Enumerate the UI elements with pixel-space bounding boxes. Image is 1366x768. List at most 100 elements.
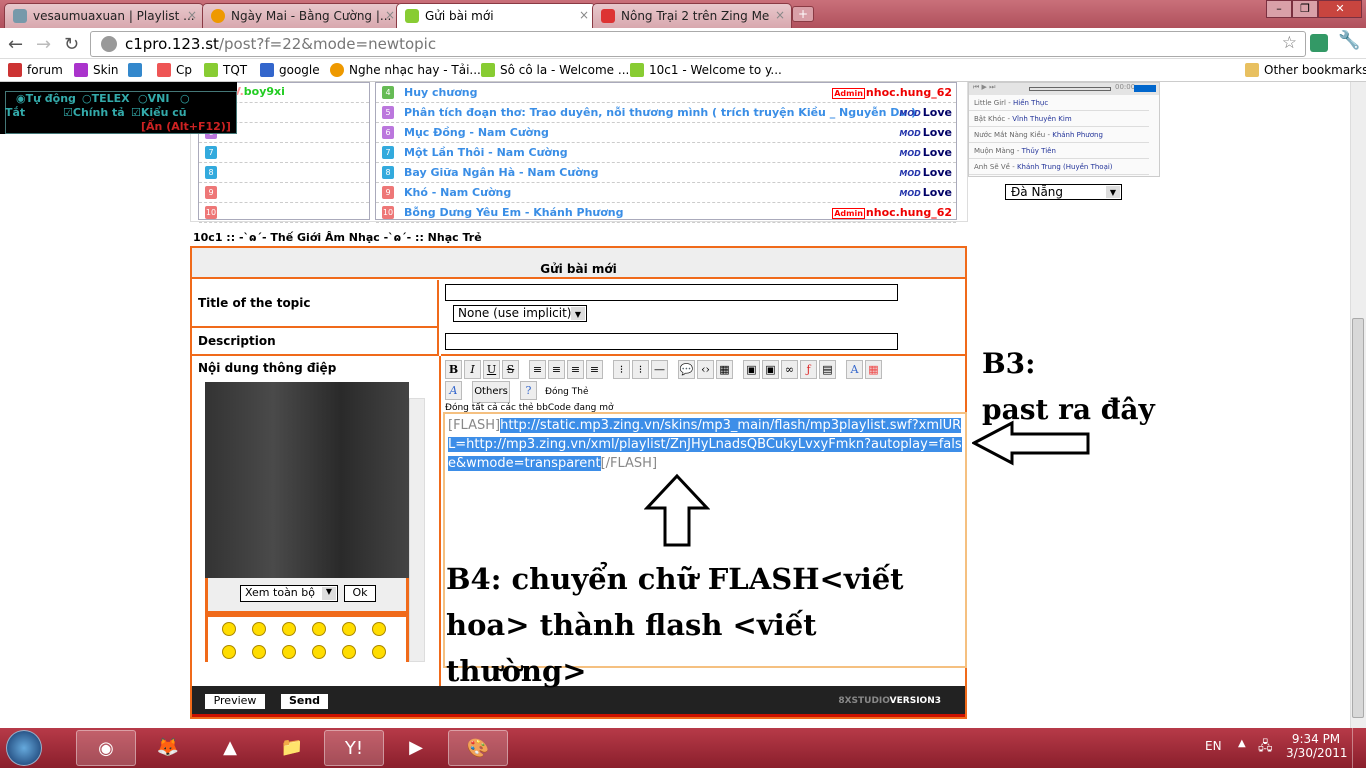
- close-icon[interactable]: ×: [579, 8, 589, 22]
- view-all-select[interactable]: Xem toàn bộ ▼: [240, 585, 338, 602]
- smiley-icon[interactable]: [342, 645, 356, 659]
- other-bookmarks[interactable]: Other bookmarks: [1245, 63, 1366, 77]
- smiley-icon[interactable]: [372, 622, 386, 636]
- smiley-icon[interactable]: [282, 622, 296, 636]
- italic-button[interactable]: I: [464, 360, 481, 379]
- justify-icon[interactable]: ≡: [586, 360, 603, 379]
- close-tag-button[interactable]: Đóng Thẻ: [545, 387, 589, 397]
- taskbar-kmplayer[interactable]: ▶: [386, 730, 446, 766]
- tab-2[interactable]: Ngày Mai - Bằng Cường |... ×: [202, 3, 402, 28]
- underline-button[interactable]: U: [483, 360, 500, 379]
- spellcheck-checkbox[interactable]: ☑Chính tả: [63, 106, 125, 119]
- smiley-scrollbar[interactable]: [409, 398, 425, 662]
- reload-button[interactable]: ↻: [64, 34, 79, 55]
- extension-icon[interactable]: [1310, 34, 1328, 52]
- video-icon[interactable]: ▤: [819, 360, 836, 379]
- font-style-icon[interactable]: A: [445, 381, 462, 400]
- poster[interactable]: MOD Love: [899, 186, 952, 199]
- poster[interactable]: Admin nhoc.hung_62: [832, 86, 952, 99]
- new-tab-button[interactable]: +: [792, 6, 814, 22]
- taskbar-firefox[interactable]: 🦊: [138, 730, 198, 766]
- poster[interactable]: MOD Love: [899, 126, 952, 139]
- forward-button[interactable]: →: [36, 34, 51, 55]
- hr-icon[interactable]: —: [651, 360, 668, 379]
- ime-telex-radio[interactable]: ○TELEX: [82, 92, 130, 105]
- preview-button[interactable]: Preview: [205, 694, 265, 709]
- poster[interactable]: MOD Love: [899, 106, 952, 119]
- smiley-icon[interactable]: [222, 645, 236, 659]
- close-window-button[interactable]: ✕: [1318, 0, 1362, 18]
- bookmark-google[interactable]: google: [260, 63, 320, 77]
- quote-icon[interactable]: 💬: [678, 360, 695, 379]
- language-indicator[interactable]: EN: [1205, 739, 1222, 753]
- help-icon[interactable]: ?: [520, 381, 537, 400]
- taskbar-chrome[interactable]: ◉: [76, 730, 136, 766]
- align-left-icon[interactable]: ≡: [529, 360, 546, 379]
- prev-button[interactable]: ⏮: [973, 83, 982, 91]
- playlist-track[interactable]: Little Girl - Hiền Thục: [969, 95, 1149, 111]
- star-icon[interactable]: ☆: [1282, 33, 1297, 53]
- song-link[interactable]: Khó - Nam Cường: [404, 186, 511, 199]
- bookmark-tqt[interactable]: TQT: [204, 63, 247, 77]
- taskbar-paint[interactable]: 🎨: [448, 730, 508, 766]
- start-button[interactable]: [6, 730, 42, 766]
- show-hidden-icons[interactable]: ▲: [1238, 738, 1246, 749]
- play-button[interactable]: ▶: [982, 83, 990, 91]
- image-icon[interactable]: ▣: [762, 360, 779, 379]
- song-link[interactable]: Phân tích đoạn thơ: Trao duyên, nỗi thươ…: [404, 106, 916, 119]
- bookmark-forum[interactable]: forum: [8, 63, 63, 77]
- maximize-button[interactable]: ❐: [1292, 0, 1318, 18]
- bold-button[interactable]: B: [445, 360, 462, 379]
- numbered-list-icon[interactable]: ⁝: [632, 360, 649, 379]
- smiley-icon[interactable]: [282, 645, 296, 659]
- poster[interactable]: MOD Love: [899, 166, 952, 179]
- smiley-icon[interactable]: [312, 622, 326, 636]
- tab-1[interactable]: vesaumuaxuan | Playlist ... ×: [4, 3, 204, 28]
- smiley-icon[interactable]: [342, 622, 356, 636]
- icon-select[interactable]: None (use implicit) ▼: [453, 305, 587, 322]
- bookmark-nghe-nhac[interactable]: Nghe nhạc hay - Tải...: [330, 63, 481, 77]
- address-bar[interactable]: c1pro.123.st/post?f=22&mode=newtopic ☆: [90, 31, 1306, 57]
- bookmark-so-co-la[interactable]: Sô cô la - Welcome ...: [481, 63, 629, 77]
- song-link[interactable]: Mục Đồng - Nam Cường: [404, 126, 549, 139]
- song-link[interactable]: Một Lần Thôi - Nam Cường: [404, 146, 568, 159]
- ime-vni-radio[interactable]: ○VNI: [138, 92, 169, 105]
- ime-auto-radio[interactable]: ◉Tự động: [16, 92, 76, 105]
- tab-3[interactable]: Gửi bài mới ×: [396, 3, 596, 28]
- bookmark-10c1[interactable]: 10c1 - Welcome to y...: [630, 63, 782, 77]
- taskbar-acrobat[interactable]: ▲: [200, 730, 260, 766]
- next-button[interactable]: ⏭: [989, 83, 995, 91]
- taskbar-explorer[interactable]: 📁: [262, 730, 322, 766]
- others-button[interactable]: Others: [472, 381, 510, 403]
- show-desktop-button[interactable]: [1352, 728, 1366, 768]
- bookmark-icon-only[interactable]: [128, 63, 147, 77]
- flash-icon[interactable]: ƒ: [800, 360, 817, 379]
- smiley-icon[interactable]: [372, 645, 386, 659]
- link-icon[interactable]: ∞: [781, 360, 798, 379]
- code-icon[interactable]: ‹›: [697, 360, 714, 379]
- close-icon[interactable]: ×: [385, 8, 395, 22]
- image-upload-icon[interactable]: ▣: [743, 360, 760, 379]
- smiley-icon[interactable]: [312, 645, 326, 659]
- close-icon[interactable]: ×: [775, 8, 785, 22]
- smiley-icon[interactable]: [252, 645, 266, 659]
- bullet-list-icon[interactable]: ⁝: [613, 360, 630, 379]
- volume-bar[interactable]: [1134, 85, 1156, 92]
- tab-4[interactable]: Nông Trại 2 trên Zing Me ×: [592, 3, 792, 28]
- breadcrumb[interactable]: 10c1 :: -`ɷ´- Thế Giới Âm Nhạc -`ɷ´- :: …: [193, 231, 482, 244]
- song-link[interactable]: Bay Giữa Ngân Hà - Nam Cường: [404, 166, 598, 179]
- title-input[interactable]: [445, 284, 898, 301]
- song-link[interactable]: Huy chương: [404, 86, 477, 99]
- bookmark-skin[interactable]: Skin: [74, 63, 119, 77]
- minimize-button[interactable]: –: [1266, 0, 1292, 18]
- description-input[interactable]: [445, 333, 898, 350]
- playlist-track[interactable]: Bật Khóc - Vĩnh Thuyên Kim: [969, 111, 1149, 127]
- old-style-checkbox[interactable]: ☑Kiểu cũ: [131, 106, 187, 119]
- clock[interactable]: 9:34 PM 3/30/2011: [1286, 732, 1348, 760]
- ime-hide-link[interactable]: [Ẩn (Alt+F12)]: [141, 120, 231, 133]
- font-icon[interactable]: A: [846, 360, 863, 379]
- smiley-icon[interactable]: [222, 622, 236, 636]
- network-icon[interactable]: 🖧: [1258, 737, 1273, 759]
- back-button[interactable]: ←: [8, 34, 23, 55]
- scrollbar-thumb[interactable]: [1352, 318, 1364, 718]
